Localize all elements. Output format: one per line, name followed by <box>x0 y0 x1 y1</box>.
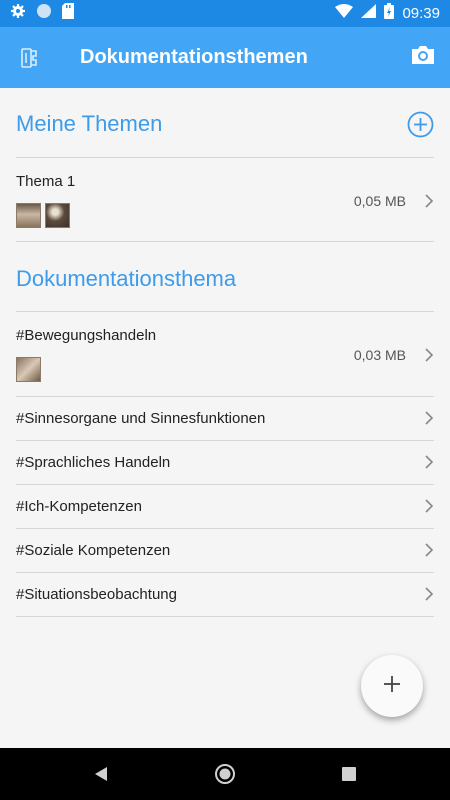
section-title: Dokumentationsthema <box>16 266 237 291</box>
item-title: #Soziale Kompetenzen <box>16 542 171 559</box>
item-title: #Bewegungshandeln <box>16 327 157 344</box>
section-my-topics: Meine Themen <box>16 90 434 158</box>
battery-charging-icon <box>384 3 395 24</box>
camera-icon[interactable] <box>410 44 436 71</box>
status-bar: 09:39 <box>0 0 450 27</box>
item-size: 0,05 MB <box>353 193 406 209</box>
item-title: Thema 1 <box>16 173 76 190</box>
item-title: #Situationsbeobachtung <box>16 586 177 603</box>
page-title: Dokumentationsthemen <box>80 46 308 68</box>
thumbnail-strip <box>16 203 70 228</box>
chevron-right-icon <box>424 348 434 367</box>
divider <box>16 241 434 242</box>
item-title: #Ich-Kompetenzen <box>16 498 142 515</box>
list-item-sprachliches-handeln[interactable]: #Sprachliches Handeln <box>16 441 434 484</box>
chevron-right-icon <box>424 499 434 518</box>
list-item-bewegungshandeln[interactable]: #Bewegungshandeln 0,03 MB <box>16 312 434 396</box>
settings-icon <box>10 3 26 24</box>
home-icon[interactable] <box>214 748 236 800</box>
chevron-right-icon <box>424 587 434 606</box>
photo-thumbnail <box>16 203 41 228</box>
divider <box>16 616 434 617</box>
chevron-right-icon <box>424 411 434 430</box>
list-item-situationsbeobachtung[interactable]: #Situationsbeobachtung <box>16 573 434 616</box>
system-nav-bar <box>0 748 450 800</box>
photo-thumbnail <box>16 357 41 382</box>
item-title: #Sinnesorgane und Sinnesfunktionen <box>16 410 266 427</box>
list-item-sinnesorgane[interactable]: #Sinnesorgane und Sinnesfunktionen <box>16 397 434 440</box>
recents-icon[interactable] <box>341 748 357 800</box>
item-size: 0,03 MB <box>353 347 406 363</box>
clock: 09:39 <box>402 5 440 22</box>
add-topic-button[interactable] <box>407 111 434 143</box>
thumbnail-strip <box>16 357 41 382</box>
back-icon[interactable] <box>91 748 111 800</box>
topic-list: Meine Themen Thema 1 0,05 MB Dokumentati… <box>0 88 450 748</box>
app-logo-icon[interactable] <box>0 47 60 69</box>
list-item-thema-1[interactable]: Thema 1 0,05 MB <box>16 158 434 241</box>
item-title: #Sprachliches Handeln <box>16 454 171 471</box>
plus-icon <box>383 675 401 698</box>
signal-icon <box>361 4 377 23</box>
sd-card-icon <box>62 3 74 24</box>
list-item-soziale-kompetenzen[interactable]: #Soziale Kompetenzen <box>16 529 434 572</box>
app-bar: Dokumentationsthemen <box>0 27 450 88</box>
chevron-right-icon <box>424 543 434 562</box>
chevron-right-icon <box>424 455 434 474</box>
section-documentation-topic: Dokumentationsthema <box>16 245 434 313</box>
photo-thumbnail <box>45 203 70 228</box>
wifi-icon <box>335 4 354 23</box>
chevron-right-icon <box>424 194 434 213</box>
section-title: Meine Themen <box>16 111 163 136</box>
list-item-ich-kompetenzen[interactable]: #Ich-Kompetenzen <box>16 485 434 528</box>
add-fab-button[interactable] <box>361 655 423 717</box>
sync-icon <box>36 3 52 24</box>
